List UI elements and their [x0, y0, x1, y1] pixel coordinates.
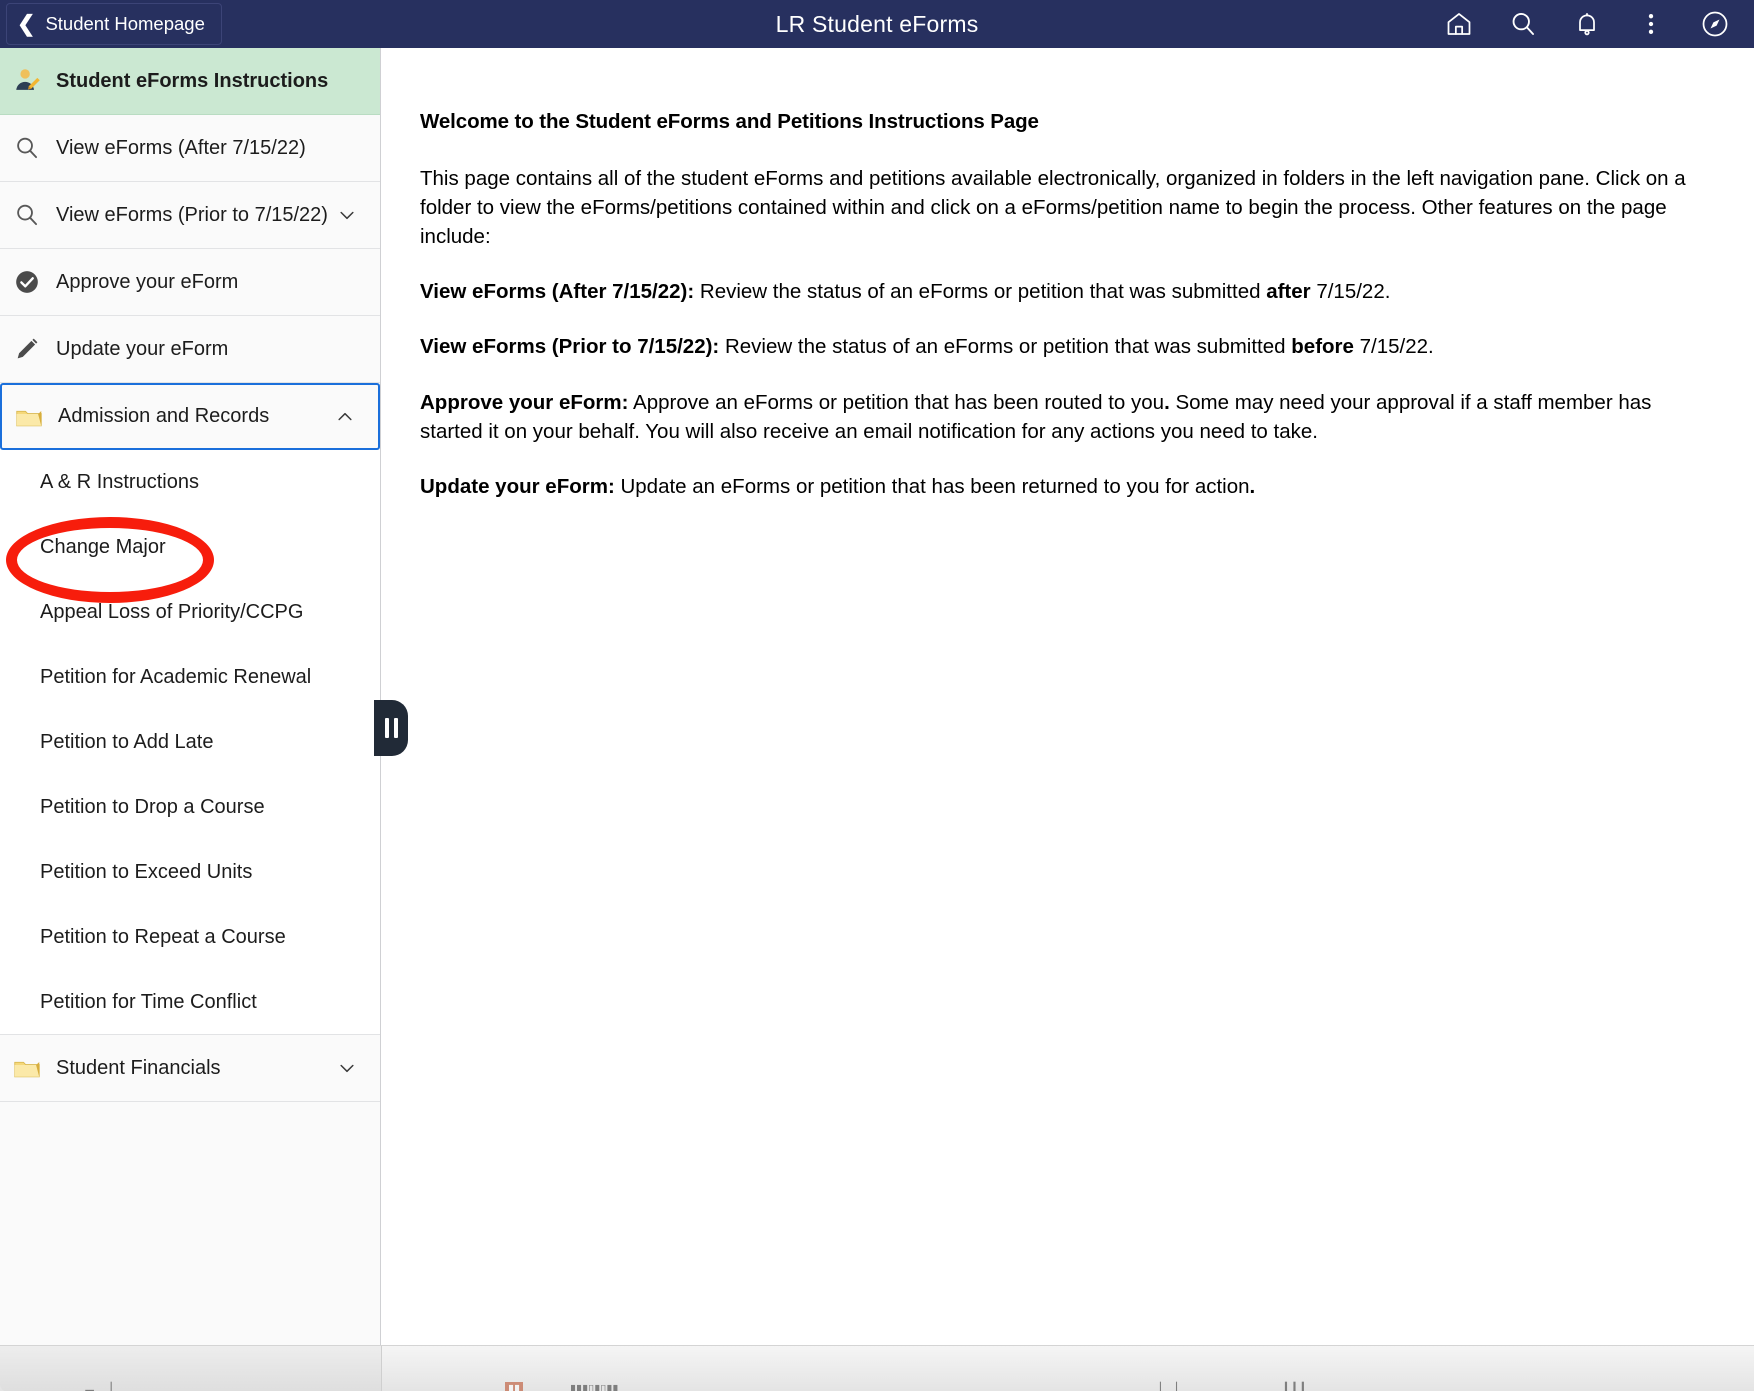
home-icon[interactable] — [1442, 7, 1476, 41]
sidebar-child-label: Petition to Add Late — [40, 731, 214, 753]
sidebar-folder-label: Student Financials — [56, 1056, 221, 1079]
paragraph-text-run: This page contains all of the student eF… — [420, 167, 1686, 249]
bottom-cutoff-strip: ▁▂▁▃▁▂▏ ▮▮ ▮▮▮▯▮▯▮▮ ▏▕ ▎▎▎ — [0, 1345, 1754, 1391]
sidebar-child-label: Petition for Time Conflict — [40, 990, 257, 1013]
bottom-taskbar-sliver: ▁▂▁▃▁▂▏ ▮▮ ▮▮▮▯▮▯▮▮ ▏▕ ▎▎▎ — [0, 1382, 1754, 1391]
sidebar-folder-children: A & R Instructions Change Major Appeal L… — [0, 450, 380, 1035]
sidebar-folder-admission-and-records[interactable]: Admission and Records — [0, 383, 380, 450]
student-writing-icon — [10, 64, 44, 98]
main-content-panel: Welcome to the Student eForms and Petiti… — [382, 48, 1754, 1345]
paragraph-text-run: Review the status of an eForms or petiti… — [694, 280, 1267, 304]
instructions-paragraph: View eForms (After 7/15/22): Review the … — [420, 277, 1714, 306]
handle-bar-icon — [384, 718, 389, 738]
header-icon-group — [1442, 7, 1754, 41]
paragraph-bold-run: Approve your eForm: — [420, 390, 629, 414]
paragraph-bold-run: Update your eForm: — [420, 474, 615, 498]
more-actions-icon[interactable] — [1634, 7, 1668, 41]
paragraph-text-run: Approve an eForms or petition that has b… — [628, 390, 1165, 414]
paragraph-text-run: Update an eForms or petition that has be… — [614, 474, 1250, 498]
search-icon[interactable] — [1506, 7, 1540, 41]
chevron-left-icon: ❮ — [17, 11, 36, 36]
welcome-heading: Welcome to the Student eForms and Petiti… — [420, 110, 1039, 133]
paragraph-text-run: Review the status of an eForms or petiti… — [719, 335, 1292, 359]
sidebar-item-view-eforms-prior[interactable]: View eForms (Prior to 7/15/22) — [0, 182, 380, 249]
paragraph-text-run: 7/15/22. — [1310, 280, 1391, 304]
taskbar-glyph: ▮▮▮▯▮▯▮▮ — [570, 1383, 619, 1391]
sidebar-empty-space — [0, 1102, 380, 1345]
paragraph-bold-run: after — [1266, 280, 1311, 304]
sidebar-child-appeal-loss-of-priority-ccpg[interactable]: Appeal Loss of Priority/CCPG — [0, 580, 380, 645]
instructions-paragraph-list: This page contains all of the student eF… — [420, 164, 1714, 501]
handle-bar-icon — [393, 718, 398, 738]
back-to-student-homepage-button[interactable]: ❮ Student Homepage — [6, 3, 222, 45]
sidebar-item-label: Update your eForm — [56, 337, 229, 360]
taskbar-glyph: ▎▎▎ — [1285, 1383, 1311, 1391]
sidebar-child-change-major[interactable]: Change Major — [0, 515, 380, 580]
sidebar-item-student-eforms-instructions[interactable]: Student eForms Instructions — [0, 48, 380, 115]
sidebar-child-a-and-r-instructions[interactable]: A & R Instructions — [0, 450, 380, 515]
sidebar-child-petition-to-drop-a-course[interactable]: Petition to Drop a Course — [0, 775, 380, 840]
sidebar-child-label: Petition to Drop a Course — [40, 796, 265, 818]
sidebar-folder-label: Admission and Records — [58, 405, 270, 427]
sidebar-child-label: Change Major — [40, 536, 166, 558]
instructions-paragraph: Approve your eForm: Approve an eForms or… — [420, 388, 1714, 446]
check-circle-icon — [10, 265, 44, 299]
navbar-compass-icon[interactable] — [1698, 7, 1732, 41]
sidebar-child-label: Petition to Exceed Units — [40, 861, 253, 883]
sidebar-child-label: Appeal Loss of Priority/CCPG — [40, 601, 304, 623]
taskbar-glyph: ▮▮ — [505, 1382, 524, 1391]
taskbar-glyph: ▁▂▁▃▁▂▏ — [60, 1383, 120, 1391]
sidebar-child-petition-to-exceed-units[interactable]: Petition to Exceed Units — [0, 840, 380, 905]
sidebar-child-petition-for-time-conflict[interactable]: Petition for Time Conflict — [0, 970, 380, 1035]
taskbar-glyph: ▏▕ — [1160, 1383, 1177, 1391]
sidebar-item-label: Approve your eForm — [56, 270, 239, 293]
chevron-down-icon[interactable] — [336, 204, 358, 226]
sidebar-item-view-eforms-after[interactable]: View eForms (After 7/15/22) — [0, 115, 380, 182]
back-button-label: Student Homepage — [45, 13, 205, 34]
sidebar-child-petition-to-repeat-a-course[interactable]: Petition to Repeat a Course — [0, 905, 380, 970]
folder-icon — [10, 1051, 44, 1085]
paragraph-bold-run: . — [1249, 474, 1256, 498]
paragraph-bold-run: before — [1291, 335, 1354, 359]
sidebar-item-label: View eForms (After 7/15/22) — [56, 136, 306, 159]
instructions-paragraph: View eForms (Prior to 7/15/22): Review t… — [420, 332, 1714, 361]
folder-icon — [12, 400, 46, 434]
left-navigation-pane[interactable]: Student eForms Instructions View eForms … — [0, 48, 381, 1345]
instructions-paragraph: This page contains all of the student eF… — [420, 164, 1714, 251]
sidebar-item-approve-your-eform[interactable]: Approve your eForm — [0, 249, 380, 316]
app-header: ❮ Student Homepage LR Student eForms — [0, 0, 1754, 48]
sidebar-child-petition-to-add-late[interactable]: Petition to Add Late — [0, 710, 380, 775]
sidebar-item-label: View eForms (Prior to 7/15/22) — [56, 203, 328, 226]
paragraph-text-run: 7/15/22. — [1353, 335, 1434, 359]
instructions-paragraph: Update your eForm: Update an eForms or p… — [420, 472, 1714, 501]
notifications-bell-icon[interactable] — [1570, 7, 1604, 41]
sidebar-item-update-your-eform[interactable]: Update your eForm — [0, 316, 380, 383]
paragraph-bold-run: View eForms (Prior to 7/15/22): — [420, 335, 720, 359]
sidebar-child-label: Petition for Academic Renewal — [40, 666, 312, 688]
sidebar-item-label: Student eForms Instructions — [56, 69, 329, 92]
sidebar-folder-student-financials[interactable]: Student Financials — [0, 1035, 380, 1102]
pencil-icon — [10, 332, 44, 366]
sidebar-child-label: Petition to Repeat a Course — [40, 926, 286, 948]
sidebar-child-petition-for-academic-renewal[interactable]: Petition for Academic Renewal — [0, 645, 380, 710]
sidebar-child-label: A & R Instructions — [40, 471, 199, 493]
chevron-down-icon[interactable] — [336, 1057, 358, 1079]
sidebar-collapse-handle[interactable] — [374, 700, 408, 756]
paragraph-bold-run: View eForms (After 7/15/22): — [420, 280, 695, 304]
magnifier-icon — [10, 131, 44, 165]
magnifier-icon — [10, 198, 44, 232]
chevron-up-icon[interactable] — [334, 406, 356, 428]
